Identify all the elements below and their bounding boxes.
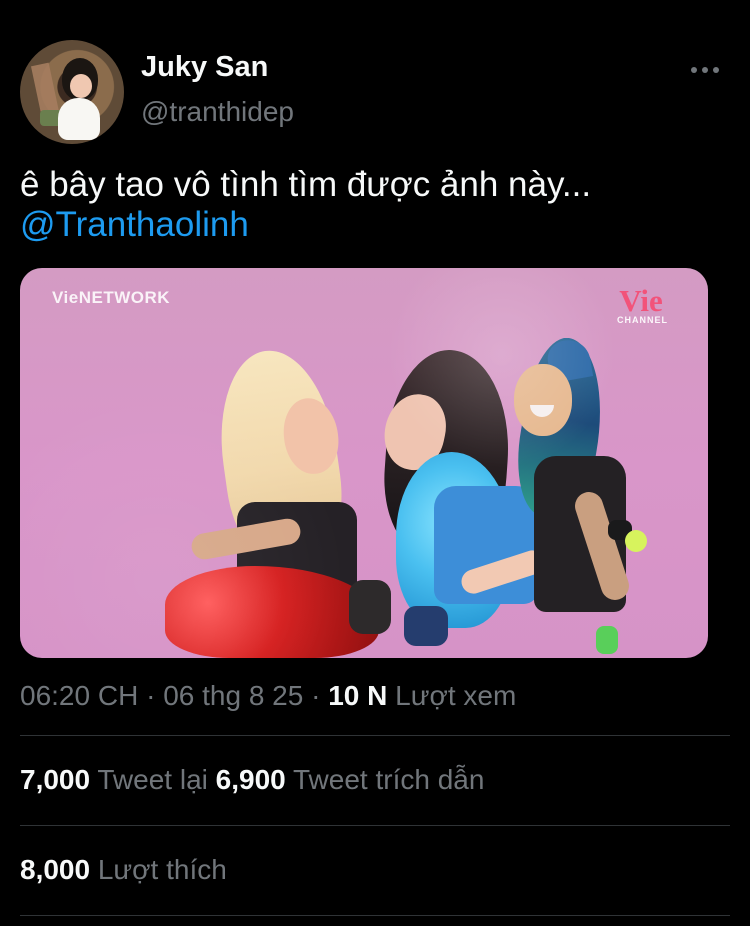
author-avatar[interactable] xyxy=(20,40,124,144)
meta-separator: · xyxy=(146,680,164,711)
center-person-glove xyxy=(404,606,448,646)
tweet-text: ê bây tao vô tình tìm được ảnh này... xyxy=(20,165,592,204)
author-handle[interactable]: @tranthidep xyxy=(141,96,294,128)
more-dot-icon xyxy=(702,67,708,73)
tweet-meta: 06:20 CH · 06 thg 8 25 · 10 N Lượt xem xyxy=(20,680,516,712)
avatar-background-door xyxy=(30,62,60,116)
meta-separator: · xyxy=(311,680,329,711)
right-person-accessory xyxy=(596,626,618,654)
right-person-face xyxy=(514,364,572,436)
more-horizontal-icon[interactable] xyxy=(691,58,719,82)
author-name[interactable]: Juky San xyxy=(141,51,268,84)
tweet-date: 06 thg 8 25 xyxy=(163,680,304,711)
avatar-top xyxy=(58,98,100,140)
tweet-likes-row: 8,000 Lượt thích xyxy=(20,853,227,887)
tweet-stats-row: 7,000 Tweet lại 6,900 Tweet trích dẫn xyxy=(20,763,484,797)
right-person-ball xyxy=(625,530,647,552)
quotes-label[interactable]: Tweet trích dẫn xyxy=(293,764,484,795)
channel-logo-main: Vie xyxy=(619,283,663,318)
more-dot-icon xyxy=(691,67,697,73)
likes-count[interactable]: 8,000 xyxy=(20,854,90,885)
more-dot-icon xyxy=(713,67,719,73)
channel-logo: Vie CHANNEL xyxy=(617,283,668,325)
likes-label[interactable]: Lượt thích xyxy=(98,854,227,885)
tweet-media-image[interactable]: VieNETWORK Vie CHANNEL xyxy=(20,268,708,658)
retweets-count[interactable]: 7,000 xyxy=(20,764,90,795)
divider xyxy=(20,735,730,736)
photo-person-right xyxy=(480,338,654,658)
tweet-time: 06:20 CH xyxy=(20,680,139,711)
tweet-detail-screen: Juky San @tranthidep ê bây tao vô tình t… xyxy=(0,0,750,926)
network-logo: VieNETWORK xyxy=(52,288,171,307)
channel-logo-sub: CHANNEL xyxy=(617,315,668,325)
retweets-label[interactable]: Tweet lại xyxy=(97,764,208,795)
tweet-mention-link[interactable]: @Tranthaolinh xyxy=(20,205,249,245)
avatar-face xyxy=(70,74,92,98)
quotes-count[interactable]: 6,900 xyxy=(216,764,286,795)
divider xyxy=(20,915,730,916)
divider xyxy=(20,825,730,826)
tweet-views-count[interactable]: 10 N xyxy=(328,680,387,711)
tweet-views-label[interactable]: Lượt xem xyxy=(395,680,516,711)
